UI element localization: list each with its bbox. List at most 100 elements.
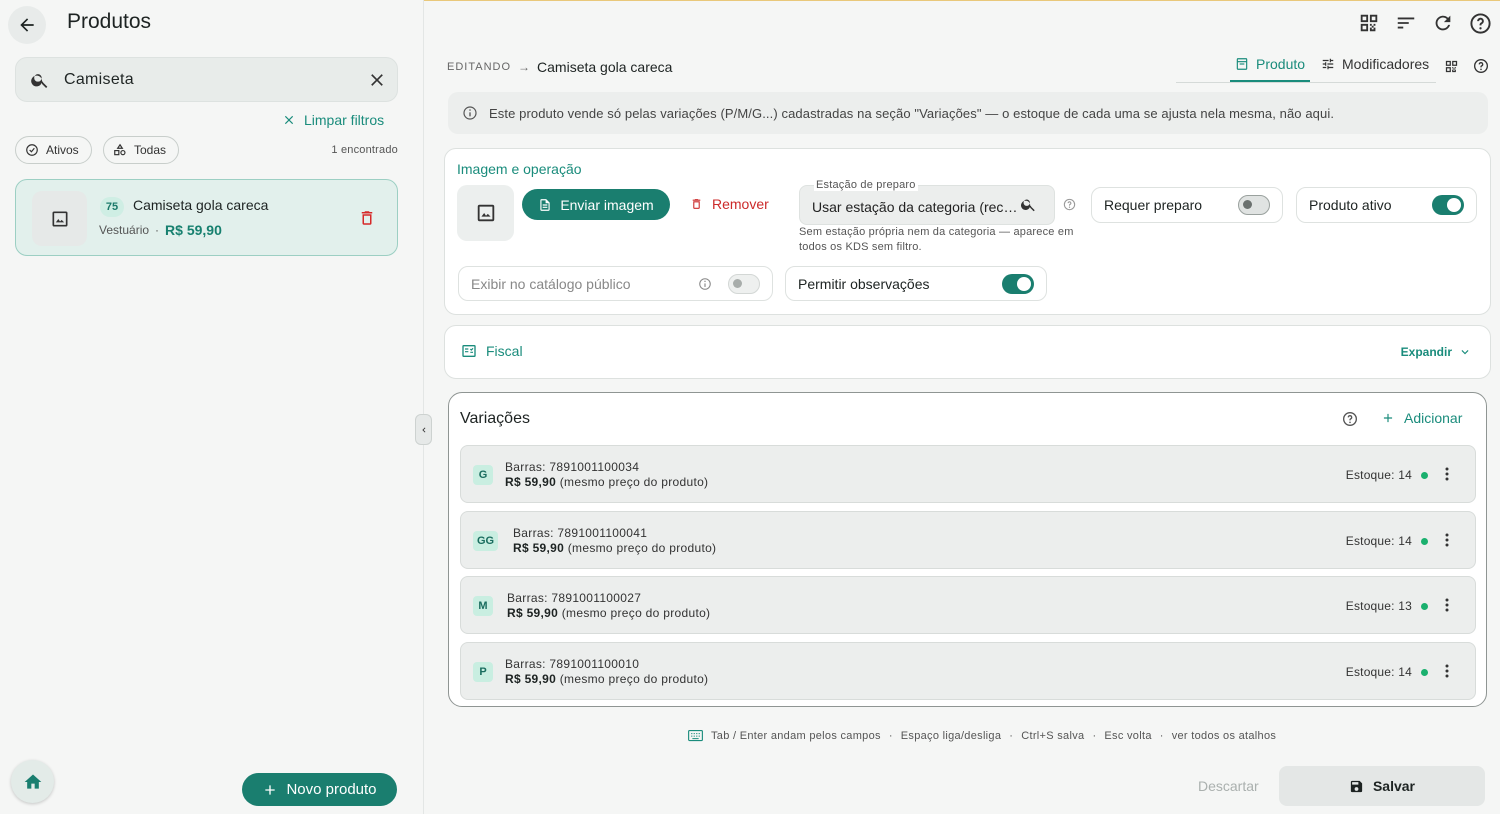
help-icon (1063, 198, 1076, 211)
product-active-label: Produto ativo (1309, 197, 1392, 213)
variation-row[interactable]: G Barras: 7891001100034 R$ 59,90 (mesmo … (460, 445, 1476, 503)
image-icon (477, 204, 494, 222)
tab-label: Produto (1256, 56, 1306, 72)
save-label: Salvar (1372, 778, 1416, 794)
remove-image-button[interactable]: Remover (690, 196, 769, 212)
stock-label: Estoque: 14 (1345, 534, 1412, 548)
stock-label: Estoque: 14 (1345, 665, 1412, 679)
check-circle-icon (26, 144, 38, 156)
info-icon (463, 106, 477, 120)
variation-barcode: Barras: 7891001100034 (505, 460, 640, 474)
help-button[interactable] (1469, 12, 1492, 35)
new-product-button[interactable]: Novo produto (242, 773, 397, 806)
tune-icon (1322, 58, 1334, 70)
editing-product-name: Camiseta gola careca (537, 59, 673, 75)
variations-help-button[interactable] (1342, 411, 1358, 427)
help-icon (1343, 412, 1357, 426)
public-catalog-toggle[interactable] (728, 273, 760, 294)
info-icon[interactable] (698, 277, 712, 291)
variation-barcode: Barras: 7891001100041 (513, 526, 648, 540)
prep-station-help-button[interactable] (1063, 198, 1076, 211)
tab-produto[interactable]: Produto (1235, 56, 1305, 72)
filter-chip-active[interactable]: Ativos (15, 136, 92, 164)
add-variation-label: Adicionar (1404, 410, 1463, 426)
breadcrumb-arrow: → (518, 60, 531, 74)
variations-card: Variações Adicionar G Barras: 7891001100… (448, 392, 1487, 707)
clear-filters-button[interactable]: Limpar filtros (282, 112, 384, 128)
save-button[interactable]: Salvar (1279, 766, 1485, 806)
variation-row[interactable]: GG Barras: 7891001100041 R$ 59,90 (mesmo… (460, 511, 1476, 569)
requires-prep-field: Requer preparo (1091, 187, 1283, 223)
stock-status-dot (1421, 668, 1428, 676)
shortcut-tab: Tab / Enter andam pelos campos (711, 729, 881, 742)
filter-chip-all[interactable]: Todas (103, 136, 180, 164)
stock-label: Estoque: 13 (1345, 599, 1412, 613)
requires-prep-toggle[interactable] (1238, 195, 1270, 215)
refresh-button[interactable] (1432, 12, 1454, 34)
filter-chip-label: Ativos (46, 143, 79, 157)
variation-barcode: Barras: 7891001100010 (505, 657, 640, 671)
tab-modificadores[interactable]: Modificadores (1321, 56, 1429, 72)
variation-price-note: (mesmo preço do produto) (559, 475, 709, 489)
qr-code-button[interactable] (1358, 12, 1380, 34)
product-list-item[interactable]: 75 Camiseta gola careca Vestuário · R$ 5… (15, 179, 398, 256)
clear-filters-label: Limpar filtros (304, 112, 385, 128)
trash-icon (692, 199, 701, 209)
product-active-toggle[interactable] (1432, 195, 1464, 215)
size-badge: P (473, 662, 493, 682)
delete-product-button[interactable] (358, 208, 376, 228)
variation-menu-button[interactable] (1445, 664, 1449, 678)
chevron-left-icon (421, 427, 425, 432)
fiscal-card[interactable]: Fiscal Expandir (444, 325, 1491, 379)
product-category: Vestuário (99, 223, 150, 237)
clear-search-button[interactable] (367, 70, 387, 90)
variation-row[interactable]: M Barras: 7891001100027 R$ 59,90 (mesmo … (460, 576, 1476, 634)
variation-barcode: Barras: 7891001100027 (507, 591, 642, 605)
meta-separator: · (155, 223, 160, 237)
sort-button[interactable] (1395, 12, 1417, 34)
fiscal-expand-button[interactable]: Expandir (1401, 345, 1472, 359)
back-button[interactable] (8, 6, 46, 44)
home-icon (24, 774, 41, 789)
qr-code-button[interactable] (1444, 59, 1459, 74)
variation-menu-button[interactable] (1445, 533, 1449, 547)
variation-price: R$ 59,90 (505, 672, 557, 686)
variations-title: Variações (460, 410, 530, 427)
shortcut-esc: Esc volta (1104, 729, 1152, 742)
collapse-panel-button[interactable] (415, 414, 432, 445)
search-icon (1021, 199, 1035, 212)
discard-button[interactable]: Descartar (1198, 778, 1259, 794)
product-name: Camiseta gola careca (133, 197, 269, 213)
home-button[interactable] (11, 760, 54, 803)
stock-status-dot (1421, 537, 1428, 545)
fiscal-header: Fiscal (461, 343, 523, 359)
search-box[interactable] (15, 57, 398, 102)
prep-station-value: Usar estação da categoria (recomendado) (812, 199, 1018, 215)
variation-price: R$ 59,90 (505, 475, 557, 489)
variation-menu-button[interactable] (1445, 598, 1449, 612)
stock-label: Estoque: 14 (1345, 468, 1412, 482)
upload-image-button[interactable]: Enviar imagem (522, 189, 670, 220)
trash-icon (361, 211, 373, 225)
sort-icon (1397, 17, 1415, 29)
variation-info: Barras: 7891001100034 R$ 59,90 (mesmo pr… (505, 460, 708, 490)
image-icon (52, 211, 67, 226)
remove-image-label: Remover (712, 196, 769, 212)
add-variation-button[interactable]: Adicionar (1381, 410, 1462, 426)
product-image-placeholder[interactable] (457, 185, 514, 241)
product-number-badge: 75 (100, 197, 124, 217)
variation-stock: Estoque: 14 (1346, 665, 1428, 679)
prep-station-select[interactable]: Usar estação da categoria (recomendado) (799, 185, 1055, 225)
upload-image-label: Enviar imagem (560, 196, 654, 213)
variation-menu-button[interactable] (1445, 467, 1449, 481)
variation-row[interactable]: P Barras: 7891001100010 R$ 59,90 (mesmo … (460, 642, 1476, 700)
product-thumbnail (32, 191, 87, 246)
allow-notes-toggle[interactable] (1002, 273, 1034, 294)
search-input[interactable] (64, 70, 367, 89)
help-button[interactable] (1473, 58, 1489, 74)
search-icon (31, 73, 48, 88)
allow-notes-label: Permitir observações (798, 275, 930, 292)
variation-stock: Estoque: 14 (1346, 468, 1428, 482)
plus-icon (1383, 413, 1393, 423)
all-shortcuts-link[interactable]: ver todos os atalhos (1172, 730, 1276, 742)
